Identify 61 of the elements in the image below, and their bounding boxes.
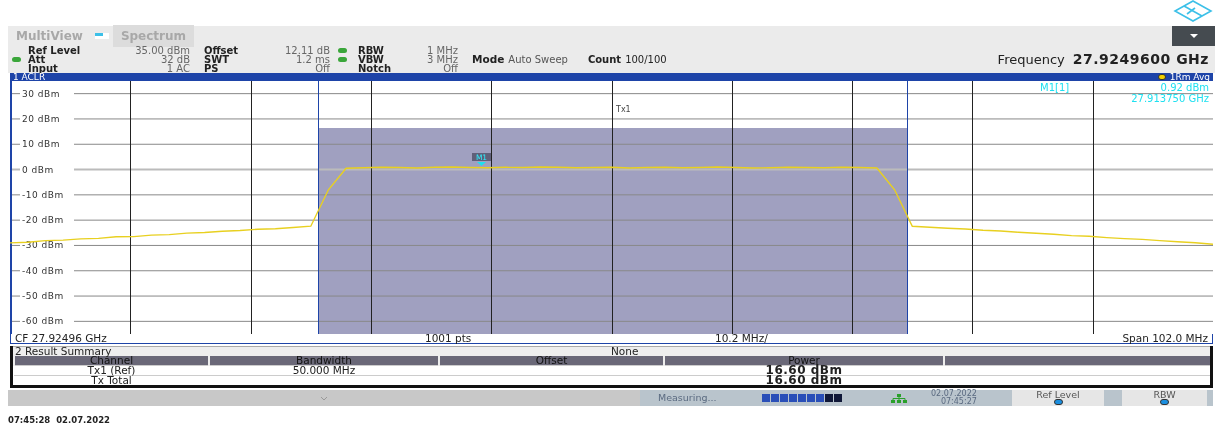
setting-value: 35.00 dBm: [134, 46, 190, 55]
column-header: Channel: [14, 356, 209, 366]
softkey-button[interactable]: RBW: [1122, 390, 1207, 406]
count-value: 100/100: [625, 55, 667, 64]
network-icon: [891, 393, 907, 403]
axis-label: -40 dBm: [22, 265, 64, 276]
softkey-button[interactable]: Ref Level: [1012, 390, 1104, 406]
marker-name: M1[1]: [1040, 82, 1070, 93]
setting-label: SWT: [204, 55, 230, 64]
setting-label: Notch: [358, 64, 393, 73]
mode-value: Auto Sweep: [508, 55, 568, 64]
column-header: Bandwidth: [209, 356, 439, 366]
axis-label: -20 dBm: [22, 215, 64, 226]
table-cell: 50.000 MHz: [292, 364, 356, 376]
center-frequency: CF 27.92496 GHz: [15, 334, 108, 343]
setting-value: 1.2 ms: [294, 55, 330, 64]
axis-label: 20 dBm: [22, 113, 60, 124]
dropdown-button[interactable]: [1172, 26, 1215, 46]
setting-label: PS: [204, 64, 219, 73]
setting-label: VBW: [358, 55, 384, 64]
setting-value: Off: [442, 64, 458, 73]
setting-value: 12.11 dB: [284, 46, 330, 55]
status-text: Measuring...: [658, 390, 718, 405]
setting-value: 3 MHz: [426, 55, 458, 64]
setting-value: Off: [314, 64, 330, 73]
axis-label: 30 dBm: [22, 88, 60, 99]
trace-indicator-icon: [1157, 74, 1166, 80]
setting-value: 1 MHz: [426, 46, 458, 55]
span-value: Span 102.0 MHz: [1122, 334, 1208, 343]
window-title: 1 ACLR: [13, 73, 46, 81]
column-header: Offset: [439, 356, 664, 366]
sweep-points: 1001 pts: [425, 334, 473, 343]
setting-label: Att: [28, 55, 46, 64]
axis-label: 0 dBm: [22, 164, 54, 175]
frequency-value: 27.9249600 GHz: [1072, 55, 1209, 64]
logo-icon: [1173, 0, 1213, 22]
limit-check-text: None: [611, 347, 639, 356]
axis-label: -50 dBm: [22, 291, 64, 302]
status-date: 02.07.2022: [931, 390, 977, 398]
setting-value: 32 dB: [160, 55, 190, 64]
setting-label: RBW: [358, 46, 385, 55]
caret-icon: [1189, 34, 1198, 38]
window-layout-icon: [94, 32, 109, 40]
axis-label: -10 dBm: [22, 189, 64, 200]
setting-label: Ref Level: [28, 46, 82, 55]
panel-title: 2 Result Summary: [15, 347, 112, 356]
table-cell: Tx1 (Ref): [87, 364, 136, 376]
timestamp: 07:45:28 02.07.2022: [8, 415, 110, 425]
setting-value: 1 AC: [166, 64, 190, 73]
axis-label: -60 dBm: [22, 316, 64, 327]
division-span: 10.2 MHz/: [715, 334, 769, 343]
mode-label: Mode: [472, 55, 505, 64]
setting-label: Offset: [204, 46, 240, 55]
setting-label: Input: [28, 64, 59, 73]
axis-label: 10 dBm: [22, 139, 60, 150]
count-label: Count: [587, 55, 622, 64]
channel-label: Tx1: [616, 105, 631, 114]
marker-level: 0.92 dBm: [1160, 82, 1209, 93]
status-time: 07:45:27: [940, 398, 977, 406]
table-cell: Tx Total: [91, 374, 132, 386]
marker-frequency: 27.913750 GHz: [1131, 93, 1209, 104]
